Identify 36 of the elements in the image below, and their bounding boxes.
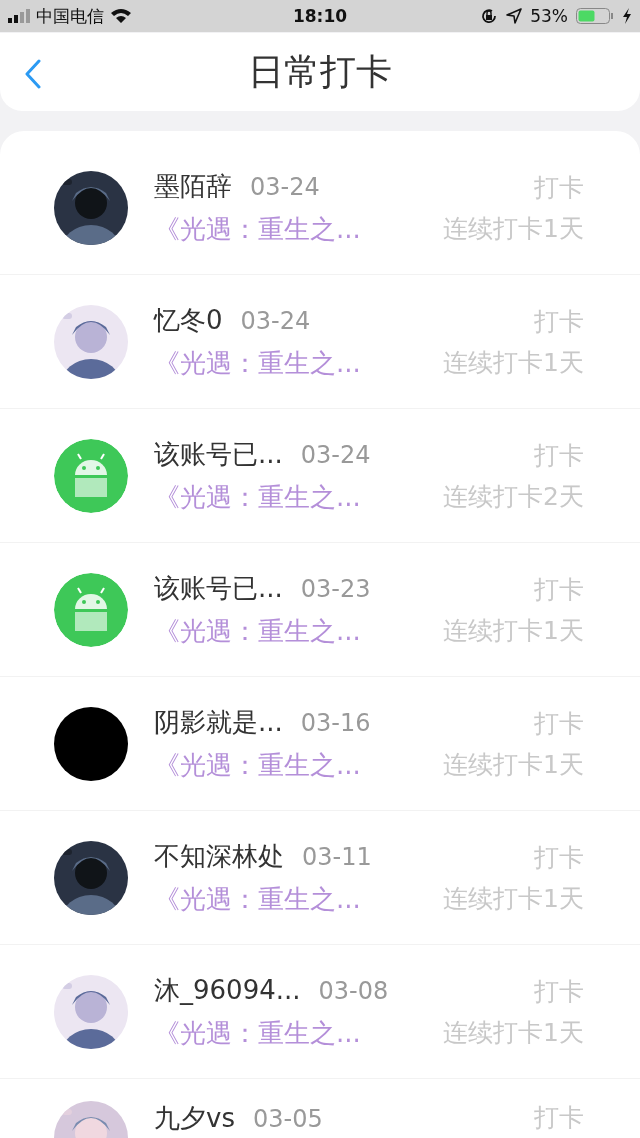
user-name: 该账号已... — [154, 437, 283, 471]
game-title: 《光遇：重生之... — [154, 614, 362, 648]
checkin-date: 03-11 — [302, 842, 372, 871]
checkin-date: 03-08 — [318, 976, 389, 1005]
user-name: 墨陌辞 — [154, 169, 232, 203]
android-avatar-icon — [54, 572, 128, 647]
wifi-icon — [110, 8, 132, 24]
rotation-lock-icon — [480, 7, 499, 25]
checkin-date: 03-05 — [252, 1105, 323, 1133]
clock-time: 18:10 — [292, 6, 348, 26]
battery-icon — [576, 8, 614, 24]
game-title: 《光遇：重生之... — [154, 882, 362, 916]
game-title: 《光遇：重生之... — [154, 212, 362, 246]
user-name: 不知深林处 — [154, 839, 284, 873]
checkin-date: 03-24 — [240, 306, 311, 335]
charging-bolt-icon — [622, 8, 632, 24]
checkin-date: 03-23 — [300, 574, 371, 603]
page-title: 日常打卡 — [248, 49, 392, 94]
android-avatar-icon — [54, 438, 128, 513]
carrier-name: 中国电信 — [36, 4, 104, 28]
location-arrow-icon — [506, 8, 523, 24]
game-title: 《光遇：重生之... — [154, 1016, 362, 1050]
user-name: 九夕vs — [154, 1102, 235, 1135]
checkin-date: 03-24 — [250, 172, 320, 201]
user-name: 阴影就是... — [154, 705, 283, 739]
game-title: 《光遇：重生之... — [154, 346, 362, 380]
back-icon[interactable] — [24, 59, 42, 89]
checkin-date: 03-24 — [300, 440, 371, 469]
user-name: 忆冬0 — [154, 303, 223, 337]
signal-icon — [8, 9, 30, 23]
user-name: 沐_96094... — [154, 973, 301, 1007]
user-name: 该账号已... — [154, 571, 283, 605]
game-title: 《光遇：重生之... — [154, 480, 362, 514]
game-title: 《光遇：重生之... — [154, 748, 362, 782]
checkin-date: 03-16 — [300, 708, 371, 737]
battery-percentage: 53% — [530, 6, 568, 26]
